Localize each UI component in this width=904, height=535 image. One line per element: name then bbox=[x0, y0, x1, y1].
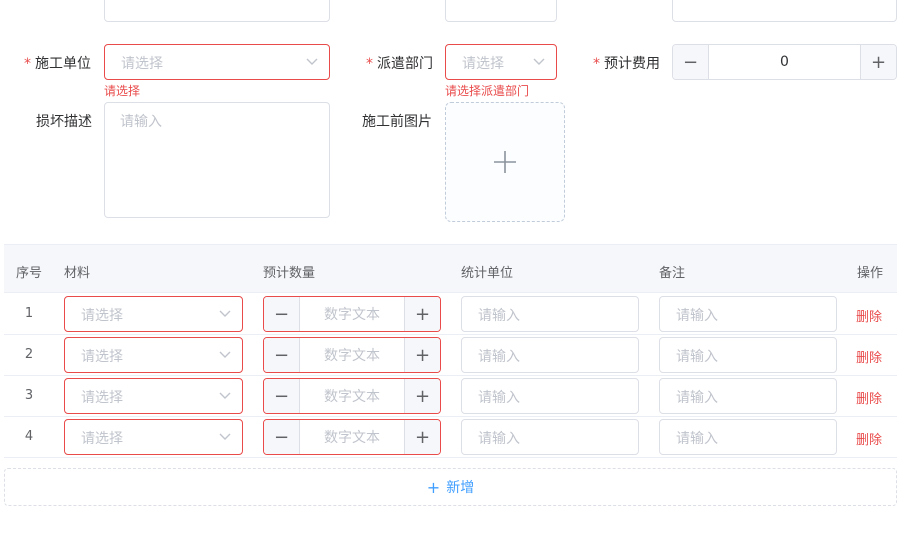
damage-desc-textarea[interactable]: 请输入 bbox=[104, 102, 330, 218]
material-select[interactable]: 请选择 bbox=[64, 378, 243, 414]
required-mark: * bbox=[593, 56, 600, 72]
top-input-1[interactable] bbox=[104, 0, 330, 22]
input-placeholder: 请输入 bbox=[478, 431, 520, 447]
estimated-cost-value[interactable]: 0 bbox=[709, 45, 860, 79]
decrement-button[interactable]: − bbox=[264, 420, 300, 454]
top-input-2[interactable] bbox=[445, 0, 557, 22]
estimated-cost-stepper[interactable]: − 0 + bbox=[672, 44, 897, 80]
qty-input[interactable]: 数字文本 bbox=[300, 297, 404, 331]
increment-button[interactable]: + bbox=[404, 338, 440, 372]
table-row: 1 请选择 − 数字文本 + 请输入 请输入 删除 bbox=[4, 294, 897, 335]
unit-input[interactable]: 请输入 bbox=[461, 296, 639, 332]
dispatch-dept-label: * 派遣部门 bbox=[366, 56, 433, 72]
chevron-down-icon bbox=[219, 310, 231, 317]
estimated-cost-label: * 预计费用 bbox=[593, 56, 660, 72]
material-select[interactable]: 请选择 bbox=[64, 419, 243, 455]
delete-row-button[interactable]: 删除 bbox=[856, 347, 882, 366]
input-placeholder: 请输入 bbox=[676, 308, 718, 324]
input-placeholder: 请输入 bbox=[676, 431, 718, 447]
col-index-header: 序号 bbox=[16, 266, 43, 281]
damage-desc-label: 损坏描述 bbox=[36, 114, 92, 130]
qty-input[interactable]: 数字文本 bbox=[300, 338, 404, 372]
plus-icon bbox=[494, 151, 516, 173]
textarea-placeholder: 请输入 bbox=[120, 114, 162, 130]
decrement-button[interactable]: − bbox=[673, 45, 709, 79]
delete-row-button[interactable]: 删除 bbox=[856, 388, 882, 407]
construction-unit-label: * 施工单位 bbox=[24, 56, 91, 72]
table-row: 2 请选择 − 数字文本 + 请输入 请输入 删除 bbox=[4, 335, 897, 376]
col-remark-header: 备注 bbox=[659, 266, 686, 281]
col-material-header: 材料 bbox=[64, 266, 91, 281]
qty-stepper[interactable]: − 数字文本 + bbox=[263, 419, 441, 455]
col-unit-header: 统计单位 bbox=[461, 266, 514, 281]
plus-icon: + bbox=[426, 477, 441, 497]
pre-images-label: 施工前图片 bbox=[362, 114, 432, 130]
select-placeholder: 请选择 bbox=[81, 431, 123, 447]
increment-button[interactable]: + bbox=[860, 45, 896, 79]
col-action-header: 操作 bbox=[857, 266, 884, 281]
chevron-down-icon bbox=[219, 433, 231, 440]
remark-input[interactable]: 请输入 bbox=[659, 419, 837, 455]
qty-stepper[interactable]: − 数字文本 + bbox=[263, 378, 441, 414]
construction-unit-select[interactable]: 请选择 bbox=[104, 44, 330, 80]
top-input-3[interactable] bbox=[672, 0, 897, 22]
dispatch-dept-error: 请选择派遣部门 bbox=[445, 84, 530, 98]
increment-button[interactable]: + bbox=[404, 379, 440, 413]
remark-input[interactable]: 请输入 bbox=[659, 378, 837, 414]
qty-input[interactable]: 数字文本 bbox=[300, 420, 404, 454]
dispatch-dept-select[interactable]: 请选择 bbox=[445, 44, 557, 80]
image-upload-area[interactable] bbox=[445, 102, 565, 222]
delete-row-button[interactable]: 删除 bbox=[856, 429, 882, 448]
select-placeholder: 请选择 bbox=[81, 308, 123, 324]
unit-input[interactable]: 请输入 bbox=[461, 378, 639, 414]
col-qty-header: 预计数量 bbox=[263, 266, 316, 281]
select-placeholder: 请选择 bbox=[462, 56, 504, 72]
remark-input[interactable]: 请输入 bbox=[659, 296, 837, 332]
material-select[interactable]: 请选择 bbox=[64, 337, 243, 373]
construction-unit-error: 请选择 bbox=[104, 84, 141, 98]
required-mark: * bbox=[366, 56, 373, 72]
delete-row-button[interactable]: 删除 bbox=[856, 306, 882, 325]
row-index: 3 bbox=[24, 388, 34, 403]
input-placeholder: 请输入 bbox=[676, 349, 718, 365]
chevron-down-icon bbox=[219, 392, 231, 399]
required-mark: * bbox=[24, 56, 31, 72]
chevron-down-icon bbox=[306, 58, 318, 65]
row-index: 1 bbox=[24, 306, 34, 321]
table-header: 序号 材料 预计数量 统计单位 备注 操作 bbox=[4, 244, 897, 293]
input-placeholder: 请输入 bbox=[478, 349, 520, 365]
row-index: 4 bbox=[24, 429, 34, 444]
row-index: 2 bbox=[24, 347, 34, 362]
decrement-button[interactable]: − bbox=[264, 379, 300, 413]
add-row-button[interactable]: + 新增 bbox=[4, 468, 897, 506]
input-placeholder: 请输入 bbox=[478, 308, 520, 324]
material-select[interactable]: 请选择 bbox=[64, 296, 243, 332]
input-placeholder: 请输入 bbox=[478, 390, 520, 406]
qty-stepper[interactable]: − 数字文本 + bbox=[263, 296, 441, 332]
increment-button[interactable]: + bbox=[404, 297, 440, 331]
qty-stepper[interactable]: − 数字文本 + bbox=[263, 337, 441, 373]
chevron-down-icon bbox=[219, 351, 231, 358]
input-placeholder: 请输入 bbox=[676, 390, 718, 406]
select-placeholder: 请选择 bbox=[121, 56, 163, 72]
chevron-down-icon bbox=[533, 58, 545, 65]
table-row: 3 请选择 − 数字文本 + 请输入 请输入 删除 bbox=[4, 376, 897, 417]
table-row: 4 请选择 − 数字文本 + 请输入 请输入 删除 bbox=[4, 417, 897, 458]
select-placeholder: 请选择 bbox=[81, 390, 123, 406]
increment-button[interactable]: + bbox=[404, 420, 440, 454]
decrement-button[interactable]: − bbox=[264, 297, 300, 331]
unit-input[interactable]: 请输入 bbox=[461, 337, 639, 373]
add-row-label: 新增 bbox=[446, 480, 475, 496]
select-placeholder: 请选择 bbox=[81, 349, 123, 365]
remark-input[interactable]: 请输入 bbox=[659, 337, 837, 373]
unit-input[interactable]: 请输入 bbox=[461, 419, 639, 455]
decrement-button[interactable]: − bbox=[264, 338, 300, 372]
qty-input[interactable]: 数字文本 bbox=[300, 379, 404, 413]
